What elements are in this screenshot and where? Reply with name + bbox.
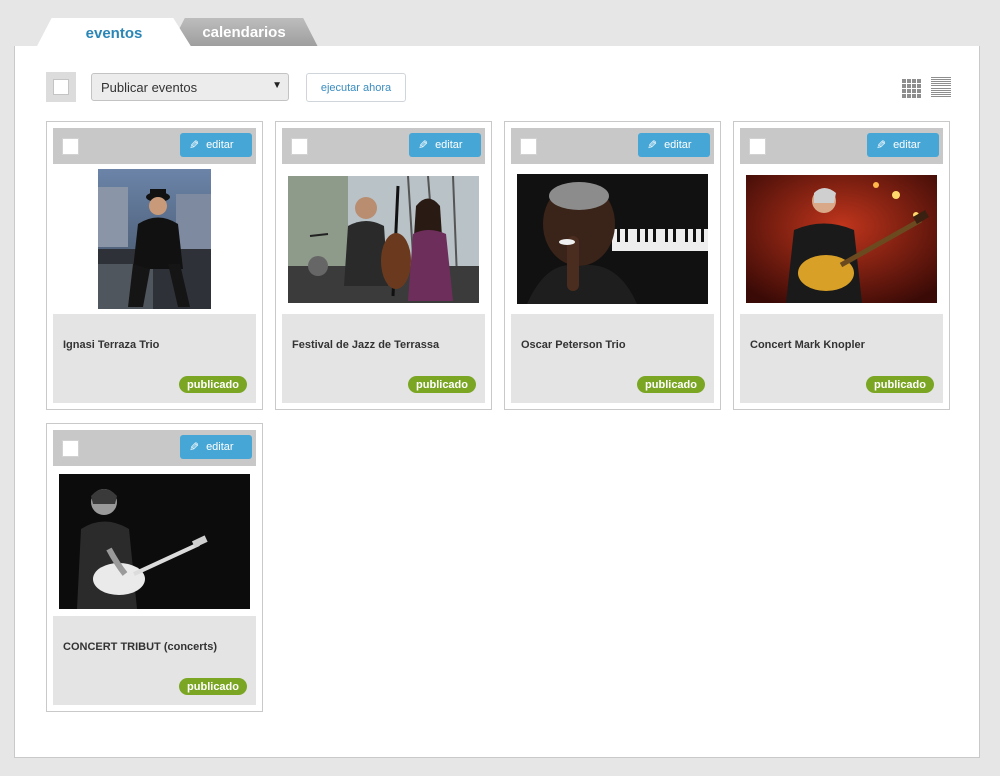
- event-title[interactable]: Ignasi Terraza Trio: [63, 339, 159, 351]
- edit-button[interactable]: ✎ editar: [638, 133, 710, 157]
- edit-label: editar: [206, 139, 234, 151]
- event-image[interactable]: [511, 164, 714, 314]
- event-card-header: ✎ editar: [53, 430, 256, 466]
- event-image[interactable]: [740, 164, 943, 314]
- pencil-icon: ✎: [189, 138, 200, 152]
- edit-label: editar: [206, 441, 234, 453]
- guitarist-bw-photo: [59, 473, 250, 609]
- status-badge: publicado: [637, 376, 705, 393]
- pencil-icon: ✎: [647, 138, 658, 152]
- event-card-header: ✎ editar: [53, 128, 256, 164]
- status-badge: publicado: [179, 678, 247, 695]
- grid-view-icon[interactable]: [902, 79, 921, 98]
- bulk-action-select[interactable]: Publicar eventos ▼: [91, 73, 289, 101]
- event-image[interactable]: [282, 164, 485, 314]
- tab-calendarios[interactable]: calendarios: [170, 18, 318, 47]
- event-card: ✎ editar: [275, 121, 492, 410]
- status-badge: publicado: [179, 376, 247, 393]
- guitarist-red-photo: [746, 175, 937, 303]
- edit-button[interactable]: ✎ editar: [867, 133, 939, 157]
- tab-label: eventos: [85, 24, 143, 42]
- status-badge: publicado: [408, 376, 476, 393]
- tab-eventos[interactable]: eventos: [36, 18, 192, 48]
- bulk-action-value: Publicar eventos: [101, 79, 198, 95]
- event-checkbox[interactable]: [520, 138, 537, 155]
- edit-label: editar: [664, 139, 692, 151]
- event-card-body: ✎ editar: [53, 128, 256, 403]
- event-checkbox[interactable]: [749, 138, 766, 155]
- pianist-photo: [517, 174, 708, 304]
- dropdown-arrow-icon: ▼: [272, 80, 282, 91]
- event-checkbox[interactable]: [62, 440, 79, 457]
- event-title[interactable]: CONCERT TRIBUT (concerts): [63, 641, 217, 653]
- event-card: ✎ editar: [46, 121, 263, 410]
- event-card: ✎ editar CONCERT TRIBUT (concerts) publi…: [46, 423, 263, 712]
- edit-button[interactable]: ✎ editar: [180, 133, 252, 157]
- tab-bar: calendarios eventos: [36, 18, 336, 48]
- pencil-icon: ✎: [876, 138, 887, 152]
- pencil-icon: ✎: [418, 138, 429, 152]
- event-checkbox[interactable]: [62, 138, 79, 155]
- edit-label: editar: [893, 139, 921, 151]
- list-view-icon[interactable]: [931, 77, 951, 97]
- event-image[interactable]: [53, 466, 256, 616]
- event-card: ✎ editar: [504, 121, 721, 410]
- select-all-checkbox[interactable]: [53, 79, 69, 95]
- event-title[interactable]: Oscar Peterson Trio: [521, 339, 626, 351]
- event-card-header: ✎ editar: [740, 128, 943, 164]
- event-title[interactable]: Concert Mark Knopler: [750, 339, 865, 351]
- edit-button[interactable]: ✎ editar: [180, 435, 252, 459]
- run-now-button[interactable]: ejecutar ahora: [306, 73, 406, 102]
- status-badge: publicado: [866, 376, 934, 393]
- edit-label: editar: [435, 139, 463, 151]
- event-card: ✎ editar Concert Mark Knopler publicado: [733, 121, 950, 410]
- select-all-wrapper: [46, 72, 76, 102]
- jazz-band-photo: [288, 175, 479, 303]
- events-panel: Publicar eventos ▼ ejecutar ahora ✎ edit…: [14, 46, 980, 758]
- event-card-body: ✎ editar: [282, 128, 485, 403]
- event-card-header: ✎ editar: [282, 128, 485, 164]
- man-in-hat-photo: [98, 169, 211, 309]
- event-title[interactable]: Festival de Jazz de Terrassa: [292, 339, 439, 351]
- event-card-header: ✎ editar: [511, 128, 714, 164]
- event-card-body: ✎ editar CONCERT TRIBUT (concerts) publi…: [53, 430, 256, 705]
- pencil-icon: ✎: [189, 440, 200, 454]
- event-card-body: ✎ editar Concert Mark Knopler publicado: [740, 128, 943, 403]
- tab-label: calendarios: [202, 24, 286, 41]
- event-card-body: ✎ editar: [511, 128, 714, 403]
- event-checkbox[interactable]: [291, 138, 308, 155]
- event-image[interactable]: [53, 164, 256, 314]
- edit-button[interactable]: ✎ editar: [409, 133, 481, 157]
